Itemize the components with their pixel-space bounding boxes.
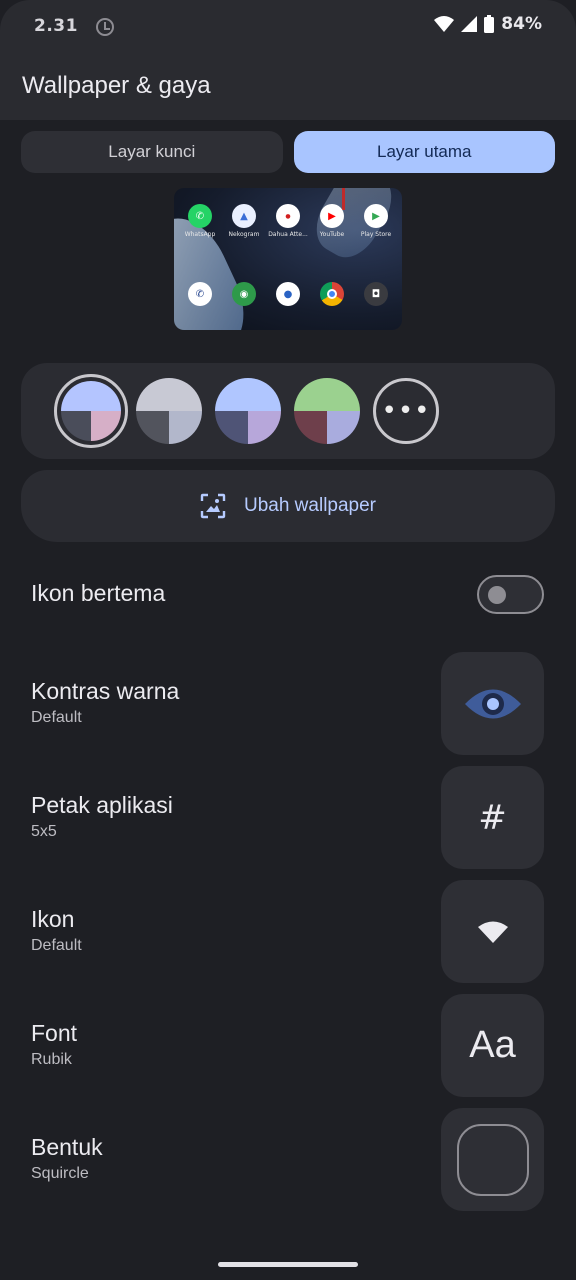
play-store-icon: ▶ — [364, 204, 388, 228]
color-option-3[interactable] — [215, 378, 281, 444]
swatch-part — [136, 411, 169, 444]
more-colors-button[interactable]: ••• — [373, 378, 439, 444]
font-tile[interactable]: Aa — [441, 994, 544, 1097]
wallpaper-icon — [200, 493, 226, 519]
app-label: WhatsApp — [184, 231, 216, 238]
preview-dock-phone: ✆ — [180, 282, 220, 306]
setting-subtitle: Squircle — [31, 1165, 89, 1182]
eye-icon — [464, 689, 521, 718]
toggle-knob — [488, 586, 506, 604]
color-option-1[interactable] — [54, 374, 128, 448]
swatch-part — [294, 411, 327, 444]
preview-app-dahua: ● Dahua Atte... — [268, 204, 308, 238]
setting-subtitle: 5x5 — [31, 823, 57, 840]
status-right-group: 84% — [434, 14, 542, 34]
squircle-shape-icon — [456, 1123, 529, 1196]
app-label: YouTube — [319, 231, 345, 238]
setting-title: Font — [31, 1020, 78, 1046]
setting-title: Kontras warna — [31, 678, 180, 704]
themed-icons-toggle[interactable] — [477, 575, 544, 614]
wifi-icon — [477, 921, 508, 943]
preview-app-nekogram: ▲ Nekogram — [224, 204, 264, 238]
swatch-part — [327, 411, 360, 444]
whatsapp-icon: ✆ — [188, 204, 212, 228]
app-grid-tile[interactable]: # — [441, 766, 544, 869]
app-bar: Wallpaper & gaya — [0, 54, 576, 120]
swatch-part — [215, 411, 248, 444]
setting-title: Ikon — [31, 906, 75, 932]
setting-color-contrast[interactable]: Kontras warna Default — [31, 678, 179, 727]
setting-subtitle: Default — [31, 709, 82, 726]
color-options-card: ••• — [21, 363, 555, 459]
chat-icon: ● — [276, 282, 300, 306]
status-bar: 2.31 84% — [0, 0, 576, 54]
page-title: Wallpaper & gaya — [22, 72, 211, 99]
preview-dock-row: ✆ ◉ ● ◘ — [174, 282, 402, 306]
swatch-part — [169, 411, 202, 444]
swatch-part — [61, 381, 121, 411]
camera-icon: ◘ — [364, 282, 388, 306]
messages-icon: ◉ — [232, 282, 256, 306]
gesture-nav-handle[interactable] — [218, 1262, 358, 1267]
swatch-part — [248, 411, 281, 444]
swatch-part — [294, 378, 360, 411]
font-preview-text: Aa — [469, 1024, 516, 1066]
preview-dock-messages: ◉ — [224, 282, 264, 306]
setting-subtitle: Rubik — [31, 1051, 72, 1068]
home-screen-preview[interactable]: ✆ WhatsApp ▲ Nekogram ● Dahua Atte... ▶ … — [174, 188, 402, 330]
setting-font[interactable]: Font Rubik — [31, 1020, 77, 1069]
battery-icon — [484, 15, 495, 33]
cell-signal-icon — [461, 16, 478, 32]
phone-icon: ✆ — [188, 282, 212, 306]
preview-app-row: ✆ WhatsApp ▲ Nekogram ● Dahua Atte... ▶ … — [174, 204, 402, 238]
preview-dock-chat: ● — [268, 282, 308, 306]
app-label: Nekogram — [228, 231, 260, 238]
preview-dock-chrome — [312, 282, 352, 306]
alarm-clock-icon — [96, 18, 114, 36]
setting-shape[interactable]: Bentuk Squircle — [31, 1134, 103, 1183]
setting-title: Bentuk — [31, 1134, 103, 1160]
setting-subtitle: Default — [31, 937, 82, 954]
app-label: Play Store — [360, 231, 392, 238]
youtube-icon: ▶ — [320, 204, 344, 228]
tab-home-screen[interactable]: Layar utama — [293, 131, 555, 173]
contrast-tile[interactable] — [441, 652, 544, 755]
setting-title: Ikon bertema — [31, 580, 166, 606]
icon-style-tile[interactable] — [441, 880, 544, 983]
setting-themed-icons[interactable]: Ikon bertema — [31, 580, 165, 607]
battery-percent: 84% — [501, 14, 542, 34]
swatch-part — [136, 378, 202, 411]
setting-app-grid[interactable]: Petak aplikasi 5x5 — [31, 792, 173, 841]
setting-icon-style[interactable]: Ikon Default — [31, 906, 82, 955]
shape-tile[interactable] — [441, 1108, 544, 1211]
color-option-4[interactable] — [294, 378, 360, 444]
preview-app-youtube: ▶ YouTube — [312, 204, 352, 238]
dahua-icon: ● — [276, 204, 300, 228]
chrome-icon — [320, 282, 344, 306]
tab-lock-screen[interactable]: Layar kunci — [21, 131, 283, 173]
screen-tabs: Layar kunci Layar utama — [21, 131, 555, 173]
color-option-1-fill — [61, 381, 121, 441]
status-time: 2.31 — [34, 16, 78, 36]
preview-app-whatsapp: ✆ WhatsApp — [180, 204, 220, 238]
change-wallpaper-button[interactable]: Ubah wallpaper — [21, 470, 555, 542]
setting-title: Petak aplikasi — [31, 792, 173, 818]
swatch-part — [61, 411, 91, 441]
grid-icon: # — [478, 797, 507, 838]
preview-dock-camera: ◘ — [356, 282, 396, 306]
swatch-part — [215, 378, 281, 411]
wifi-icon — [434, 16, 455, 32]
nekogram-icon: ▲ — [232, 204, 256, 228]
color-option-2[interactable] — [136, 378, 202, 444]
app-label: Dahua Atte... — [268, 231, 308, 238]
swatch-part — [91, 411, 121, 441]
preview-app-play-store: ▶ Play Store — [356, 204, 396, 238]
change-wallpaper-label: Ubah wallpaper — [243, 495, 377, 516]
